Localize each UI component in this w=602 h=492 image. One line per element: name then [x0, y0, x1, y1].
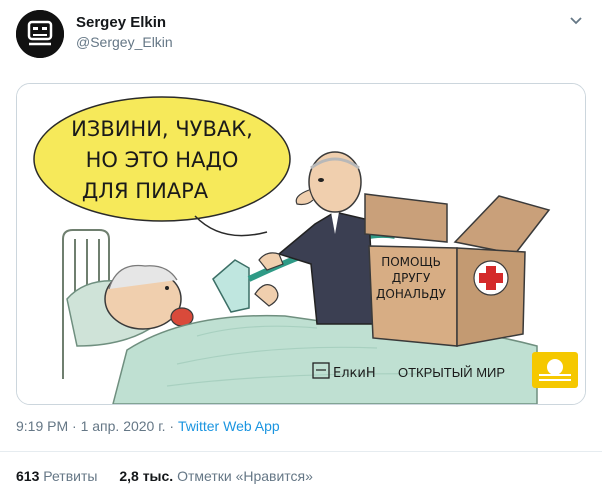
- retweets-stat[interactable]: 613 Ретвиты: [16, 468, 97, 484]
- box-label-line: ДОНАЛЬДУ: [376, 287, 447, 301]
- chevron-down-icon[interactable]: [568, 12, 584, 28]
- tweet-time[interactable]: 9:19 PM: [16, 418, 68, 434]
- speech-line: ИЗВИНИ, ЧУВАК,: [71, 117, 253, 141]
- author-name[interactable]: Sergey Elkin: [76, 14, 166, 31]
- robot-face-icon: [16, 10, 64, 58]
- retweets-label: Ретвиты: [43, 468, 98, 484]
- brand-text: ОТКРЫТЫЙ МИР: [398, 365, 505, 380]
- speech-line: НО ЭТО НАДО: [86, 148, 239, 172]
- likes-count: 2,8 тыс.: [119, 468, 174, 484]
- tweet-image[interactable]: ИЗВИНИ, ЧУВАК, НО ЭТО НАДО ДЛЯ ПИАРА ПОМ…: [16, 83, 586, 405]
- box-label-line: ДРУГУ: [392, 271, 431, 285]
- separator: ·: [169, 418, 175, 434]
- separator: ·: [72, 418, 77, 434]
- tweet-source-link[interactable]: Twitter Web App: [178, 418, 280, 434]
- cartoon-illustration: ИЗВИНИ, ЧУВАК, НО ЭТО НАДО ДЛЯ ПИАРА ПОМ…: [17, 84, 585, 404]
- brand-logo-icon: [532, 352, 578, 388]
- likes-stat[interactable]: 2,8 тыс. Отметки «Нравится»: [119, 468, 313, 484]
- avatar[interactable]: [16, 10, 64, 58]
- divider: [0, 451, 602, 452]
- tweet-meta: 9:19 PM · 1 апр. 2020 г. · Twitter Web A…: [16, 418, 280, 434]
- likes-label: Отметки «Нравится»: [177, 468, 313, 484]
- author-handle[interactable]: @Sergey_Elkin: [76, 34, 173, 50]
- tweet-date[interactable]: 1 апр. 2020 г.: [81, 418, 166, 434]
- retweets-count: 613: [16, 468, 40, 484]
- tweet-stats: 613 Ретвиты 2,8 тыс. Отметки «Нравится»: [16, 468, 313, 484]
- box-label-line: ПОМОЩЬ: [381, 255, 441, 269]
- speech-line: ДЛЯ ПИАРА: [82, 179, 209, 203]
- svg-text:ЕлкиН: ЕлкиН: [333, 366, 376, 381]
